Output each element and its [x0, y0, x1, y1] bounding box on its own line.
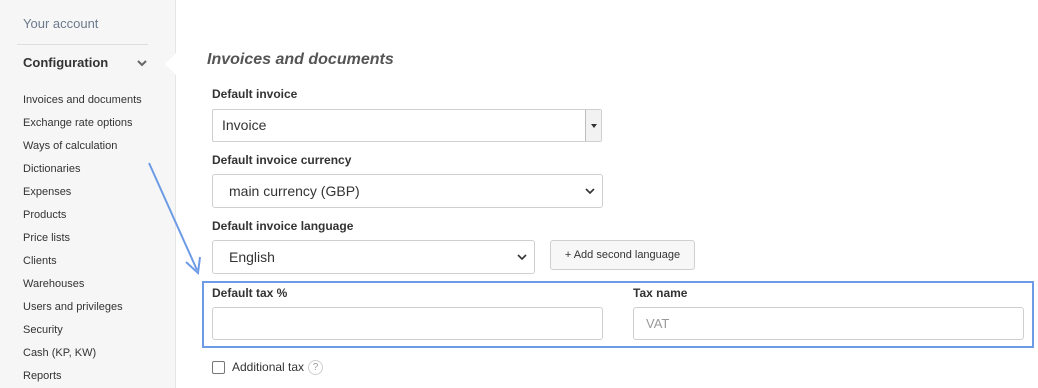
additional-tax-checkbox[interactable] — [212, 361, 225, 374]
sidebar-configuration[interactable]: Configuration — [23, 55, 108, 70]
active-section-notch — [165, 53, 176, 75]
sidebar-item-cash[interactable]: Cash (KP, KW) — [23, 343, 142, 366]
sidebar-item-products[interactable]: Products — [23, 205, 142, 228]
add-second-language-button[interactable]: + Add second language — [550, 240, 695, 270]
chevron-down-icon[interactable] — [135, 56, 149, 70]
dropdown-toggle-icon[interactable] — [585, 110, 601, 141]
additional-tax-label: Additional tax — [232, 360, 305, 374]
sidebar-item-warehouses[interactable]: Warehouses — [23, 274, 142, 297]
default-tax-label: Default tax % — [212, 286, 288, 300]
currency-value: main currency (GBP) — [229, 183, 360, 199]
sidebar-item-expenses[interactable]: Expenses — [23, 182, 142, 205]
chevron-down-icon — [585, 188, 595, 195]
sidebar-item-price-lists[interactable]: Price lists — [23, 228, 142, 251]
sidebar-item-exchange-rate-options[interactable]: Exchange rate options — [23, 113, 142, 136]
language-value: English — [229, 249, 275, 265]
sidebar-item-ways-of-calculation[interactable]: Ways of calculation — [23, 136, 142, 159]
default-tax-input[interactable] — [212, 307, 603, 340]
sidebar: Your account Configuration Invoices and … — [0, 0, 176, 388]
sidebar-item-security[interactable]: Security — [23, 320, 142, 343]
sidebar-item-clients[interactable]: Clients — [23, 251, 142, 274]
sidebar-item-reports[interactable]: Reports — [23, 366, 142, 388]
sidebar-divider — [17, 44, 148, 45]
currency-label: Default invoice currency — [212, 153, 352, 167]
sidebar-item-dictionaries[interactable]: Dictionaries — [23, 159, 142, 182]
default-invoice-select[interactable]: Invoice — [212, 109, 602, 142]
sidebar-your-account[interactable]: Your account — [23, 16, 98, 31]
sidebar-menu: Invoices and documents Exchange rate opt… — [23, 90, 142, 388]
tax-name-input[interactable]: VAT — [633, 307, 1024, 340]
tax-name-label: Tax name — [633, 286, 688, 300]
default-invoice-label: Default invoice — [212, 87, 298, 101]
chevron-down-icon — [517, 254, 527, 261]
currency-select[interactable]: main currency (GBP) — [212, 174, 603, 208]
language-label: Default invoice language — [212, 219, 354, 233]
page-title: Invoices and documents — [207, 51, 394, 68]
default-invoice-value: Invoice — [222, 117, 267, 133]
sidebar-item-users-and-privileges[interactable]: Users and privileges — [23, 297, 142, 320]
help-icon[interactable]: ? — [308, 360, 323, 375]
language-select[interactable]: English — [212, 240, 535, 274]
sidebar-item-invoices-and-documents[interactable]: Invoices and documents — [23, 90, 142, 113]
